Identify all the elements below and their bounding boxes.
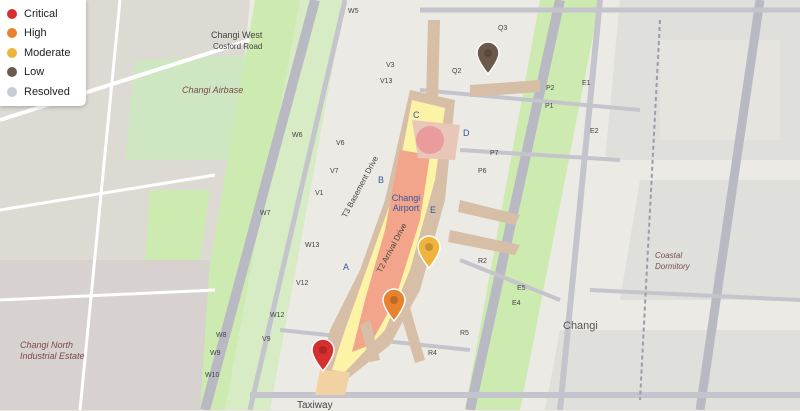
label-gate-e: E bbox=[430, 205, 437, 215]
road-label-w13: W13 bbox=[305, 242, 320, 249]
label-gate-c: C bbox=[413, 110, 420, 120]
label-cosford-road: Cosford Road bbox=[213, 42, 263, 51]
incident-marker-critical[interactable] bbox=[310, 338, 336, 372]
legend-dot-icon bbox=[7, 28, 17, 39]
road-label-r4: R4 bbox=[428, 350, 437, 357]
legend-label: High bbox=[24, 27, 47, 40]
road-label-p2: P2 bbox=[546, 85, 555, 92]
label-changi-airport: Changi Airport bbox=[391, 193, 421, 213]
label-gate-a: A bbox=[343, 262, 350, 272]
road-label-e4: E4 bbox=[512, 300, 521, 307]
road-label-p6: P6 bbox=[478, 168, 487, 175]
legend-item-low[interactable]: Low bbox=[0, 63, 86, 83]
legend-dot-icon bbox=[7, 8, 17, 19]
legend-label: Resolved bbox=[24, 85, 70, 98]
road-label-e5: E5 bbox=[517, 285, 526, 292]
label-changi-town: Changi bbox=[563, 320, 598, 332]
marker-center-dot bbox=[319, 346, 327, 354]
airbase-park bbox=[125, 55, 245, 160]
legend-label: Low bbox=[24, 66, 45, 79]
road-label-w9: W9 bbox=[210, 350, 221, 357]
marker-pin-shape bbox=[311, 338, 335, 372]
incident-marker-low[interactable] bbox=[475, 41, 501, 75]
east-plot bbox=[660, 40, 780, 140]
marker-center-dot bbox=[390, 296, 398, 304]
label-gate-d: D bbox=[463, 128, 470, 138]
road-label-p7: P7 bbox=[490, 150, 499, 157]
label-changi-airbase: Changi Airbase bbox=[182, 85, 244, 95]
jewel-building bbox=[416, 126, 444, 154]
legend-dot-icon bbox=[7, 67, 17, 78]
road-label-r2: R2 bbox=[478, 258, 487, 265]
road-label-e1: E1 bbox=[582, 80, 591, 87]
pier-north-1 bbox=[426, 20, 440, 100]
road-label-v12: V12 bbox=[296, 280, 309, 287]
severity-legend: Critical High Moderate Low Resolved bbox=[0, 0, 86, 106]
road-label-v9: V9 bbox=[262, 336, 271, 343]
road-label-w7: W7 bbox=[260, 210, 271, 217]
road-label-v7: V7 bbox=[330, 168, 339, 175]
road-label-w10: W10 bbox=[205, 372, 220, 379]
label-gate-b: B bbox=[378, 175, 385, 185]
road-label-w8: W8 bbox=[216, 332, 227, 339]
label-coastal-dormitory: Coastal Dormitory bbox=[655, 251, 690, 271]
label-taxiway: Taxiway bbox=[297, 400, 333, 411]
legend-item-moderate[interactable]: Moderate bbox=[0, 43, 86, 63]
label-north-industrial: Changi North Industrial Estate bbox=[20, 340, 85, 361]
road-label-v1: V1 bbox=[315, 190, 324, 197]
road-label-w6: W6 bbox=[292, 132, 303, 139]
label-changi-west: Changi West bbox=[211, 30, 263, 40]
marker-pin-shape bbox=[476, 41, 500, 75]
legend-item-critical[interactable]: Critical bbox=[0, 4, 86, 24]
road-label-v3: V3 bbox=[386, 62, 395, 69]
incident-marker-moderate[interactable] bbox=[416, 235, 442, 269]
incident-marker-high[interactable] bbox=[381, 288, 407, 322]
legend-label: Moderate bbox=[24, 46, 71, 59]
marker-pin-shape bbox=[382, 288, 406, 322]
legend-label: Critical bbox=[24, 7, 58, 20]
road-label-q3: Q3 bbox=[498, 25, 508, 32]
road-label-v6: V6 bbox=[336, 140, 345, 147]
road-label-v13: V13 bbox=[380, 78, 393, 85]
road-label-e2: E2 bbox=[590, 128, 599, 135]
road-label-w5: W5 bbox=[348, 8, 359, 15]
road-label-p1: P1 bbox=[545, 103, 554, 110]
marker-center-dot bbox=[484, 49, 492, 57]
field-west bbox=[145, 190, 210, 260]
legend-dot-icon bbox=[7, 47, 17, 58]
legend-dot-icon bbox=[7, 86, 17, 97]
road-label-r5: R5 bbox=[460, 330, 469, 337]
legend-item-high[interactable]: High bbox=[0, 24, 86, 44]
marker-center-dot bbox=[425, 243, 433, 251]
road-label-q2: Q2 bbox=[452, 68, 462, 75]
pier-south-3 bbox=[315, 370, 350, 395]
industrial-area bbox=[0, 260, 210, 410]
marker-pin-shape bbox=[417, 235, 441, 269]
legend-item-resolved[interactable]: Resolved bbox=[0, 82, 86, 102]
road-label-w12: W12 bbox=[270, 312, 285, 319]
